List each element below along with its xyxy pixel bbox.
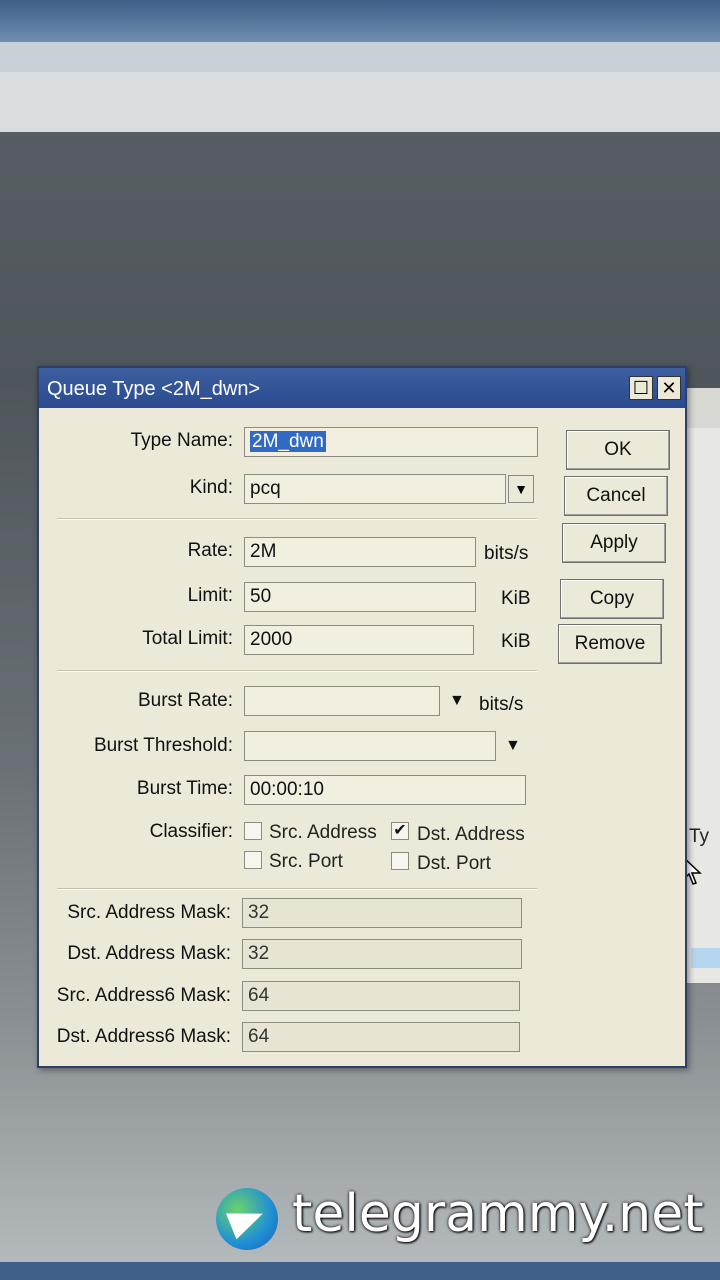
- burst-rate-unit: bits/s: [479, 694, 524, 715]
- burst-time-input[interactable]: 00:00:10: [244, 775, 526, 805]
- dst-address6-mask-label: Dst. Address6 Mask:: [56, 1026, 231, 1047]
- queue-type-dialog: Queue Type <2M_dwn> ☐ ✕ Type Name: 2M_dw…: [37, 366, 687, 1068]
- dst-address-checkbox[interactable]: ✔: [391, 822, 409, 840]
- dst-address-mask-label: Dst. Address Mask:: [67, 943, 231, 964]
- total-limit-unit: KiB: [501, 631, 531, 652]
- total-limit-label: Total Limit:: [142, 628, 233, 649]
- rate-unit: bits/s: [484, 543, 529, 564]
- src-address6-mask-label: Src. Address6 Mask:: [56, 985, 231, 1006]
- src-address-label: Src. Address: [269, 822, 377, 843]
- background-column-label: Ty: [689, 826, 710, 847]
- separator: [57, 518, 537, 520]
- kind-label: Kind:: [189, 477, 233, 498]
- type-name-input[interactable]: 2M_dwn: [244, 427, 538, 457]
- kind-select[interactable]: pcq: [244, 474, 506, 504]
- burst-threshold-dropdown-icon[interactable]: ▼: [505, 737, 521, 755]
- maximize-icon[interactable]: ☐: [629, 376, 653, 400]
- separator: [57, 670, 537, 672]
- copy-button[interactable]: Copy: [560, 579, 664, 619]
- background-selected-row: [691, 948, 720, 968]
- watermark-text: telegrammy.net: [292, 1184, 704, 1244]
- src-port-checkbox[interactable]: [244, 851, 262, 869]
- src-address-checkbox[interactable]: [244, 822, 262, 840]
- dst-port-checkbox[interactable]: [391, 852, 409, 870]
- background-taskbar-bottom: [0, 1262, 720, 1280]
- rate-input[interactable]: 2M: [244, 537, 476, 567]
- dst-address-label: Dst. Address: [417, 824, 525, 845]
- src-address-mask-input[interactable]: 32: [242, 898, 522, 928]
- background-toolbar: [0, 42, 720, 72]
- dst-address6-mask-input[interactable]: 64: [242, 1022, 520, 1052]
- kind-dropdown-icon[interactable]: ▼: [508, 475, 534, 503]
- paper-plane-icon: [225, 1200, 269, 1240]
- burst-rate-input[interactable]: [244, 686, 440, 716]
- telegram-logo-icon: [216, 1188, 278, 1250]
- limit-input[interactable]: 50: [244, 582, 476, 612]
- background-panel: [0, 72, 720, 132]
- burst-threshold-input[interactable]: [244, 731, 496, 761]
- remove-button[interactable]: Remove: [558, 624, 662, 664]
- burst-rate-dropdown-icon[interactable]: ▼: [449, 692, 465, 710]
- separator: [57, 888, 537, 890]
- src-address6-mask-input[interactable]: 64: [242, 981, 520, 1011]
- watermark: telegrammy.net: [216, 1184, 704, 1256]
- burst-time-label: Burst Time:: [136, 778, 233, 799]
- cancel-button[interactable]: Cancel: [564, 476, 668, 516]
- burst-threshold-label: Burst Threshold:: [93, 735, 233, 756]
- burst-rate-label: Burst Rate:: [137, 690, 233, 711]
- dialog-titlebar[interactable]: Queue Type <2M_dwn> ☐ ✕: [39, 368, 685, 408]
- total-limit-input[interactable]: 2000: [244, 625, 474, 655]
- type-name-label: Type Name:: [130, 430, 233, 451]
- type-name-value: 2M_dwn: [250, 431, 326, 452]
- limit-unit: KiB: [501, 588, 531, 609]
- rate-label: Rate:: [187, 540, 233, 561]
- dst-port-label: Dst. Port: [417, 853, 491, 874]
- src-address-mask-label: Src. Address Mask:: [67, 902, 231, 923]
- apply-button[interactable]: Apply: [562, 523, 666, 563]
- close-icon[interactable]: ✕: [657, 376, 681, 400]
- ok-button[interactable]: OK: [566, 430, 670, 470]
- background-taskbar: [0, 0, 720, 42]
- dst-address-mask-input[interactable]: 32: [242, 939, 522, 969]
- src-port-label: Src. Port: [269, 851, 343, 872]
- limit-label: Limit:: [187, 585, 233, 606]
- classifier-label: Classifier:: [149, 821, 233, 842]
- dialog-title: Queue Type <2M_dwn>: [47, 378, 261, 400]
